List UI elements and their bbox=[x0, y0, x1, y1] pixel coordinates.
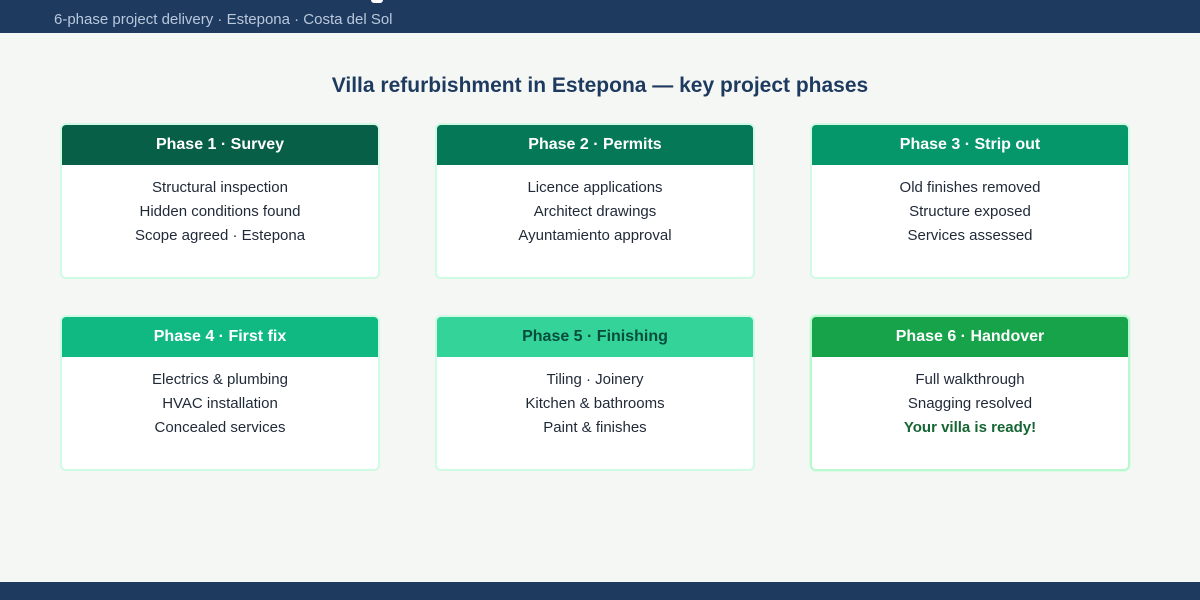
banner-subtitle: 6-phase project delivery · Estepona · Co… bbox=[54, 11, 393, 28]
phase-card-3: Phase 3 · Strip out Old finishes removed… bbox=[810, 123, 1130, 279]
phase-5-item: Tiling · Joinery bbox=[546, 371, 644, 388]
phase-3-item: Services assessed bbox=[907, 227, 1033, 244]
phase-6-title: Phase 6 · Handover bbox=[812, 317, 1128, 357]
phase-1-item: Structural inspection bbox=[152, 179, 288, 196]
phase-4-title: Phase 4 · First fix bbox=[62, 317, 378, 357]
villa-ready-message: Your villa is ready! bbox=[903, 419, 1037, 436]
phase-5-item: Paint & finishes bbox=[543, 419, 647, 436]
phase-card-5: Phase 5 · Finishing Tiling · Joinery Kit… bbox=[435, 315, 755, 471]
banner-title-fragment bbox=[371, 0, 383, 3]
phase-3-item: Old finishes removed bbox=[899, 179, 1041, 196]
phase-1-item: Scope agreed · Estepona bbox=[134, 227, 306, 244]
phase-6-item: Snagging resolved bbox=[907, 395, 1033, 412]
footer-bar bbox=[0, 582, 1200, 600]
phase-1-title: Phase 1 · Survey bbox=[62, 125, 378, 165]
phase-5-title: Phase 5 · Finishing bbox=[437, 317, 753, 357]
phase-2-item: Architect drawings bbox=[533, 203, 657, 220]
phase-3-details: Old finishes removed Structure exposed S… bbox=[812, 165, 1128, 248]
phase-3-title: Phase 3 · Strip out bbox=[812, 125, 1128, 165]
phase-5-item: Kitchen & bathrooms bbox=[525, 395, 665, 412]
phase-6-details: Full walkthrough Snagging resolved Your … bbox=[812, 357, 1128, 440]
phase-1-item: Hidden conditions found bbox=[139, 203, 301, 220]
phase-2-item: Ayuntamiento approval bbox=[518, 227, 672, 244]
top-banner: 6-phase project delivery · Estepona · Co… bbox=[0, 0, 1200, 33]
phase-card-2: Phase 2 · Permits Licence applications A… bbox=[435, 123, 755, 279]
phase-4-details: Electrics & plumbing HVAC installation C… bbox=[62, 357, 378, 440]
phase-2-title: Phase 2 · Permits bbox=[437, 125, 753, 165]
phase-2-item: Licence applications bbox=[527, 179, 663, 196]
phase-5-details: Tiling · Joinery Kitchen & bathrooms Pai… bbox=[437, 357, 753, 440]
phase-2-details: Licence applications Architect drawings … bbox=[437, 165, 753, 248]
diagram-title: Villa refurbishment in Estepona — key pr… bbox=[331, 74, 869, 97]
phase-card-1: Phase 1 · Survey Structural inspection H… bbox=[60, 123, 380, 279]
phase-1-details: Structural inspection Hidden conditions … bbox=[62, 165, 378, 248]
phase-4-item: Concealed services bbox=[154, 419, 286, 436]
phase-4-item: HVAC installation bbox=[162, 395, 278, 412]
phase-card-6: Phase 6 · Handover Full walkthrough Snag… bbox=[810, 315, 1130, 471]
phase-6-item: Full walkthrough bbox=[915, 371, 1025, 388]
phase-3-item: Structure exposed bbox=[909, 203, 1031, 220]
phase-4-item: Electrics & plumbing bbox=[152, 371, 288, 388]
phase-card-4: Phase 4 · First fix Electrics & plumbing… bbox=[60, 315, 380, 471]
